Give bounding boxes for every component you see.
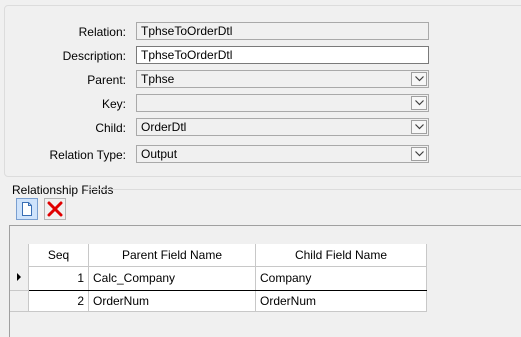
relation-row: Relation: TphseToOrderDtl	[0, 22, 521, 44]
child-select-value: OrderDtl	[141, 120, 187, 134]
relation-type-select[interactable]: Output	[136, 145, 429, 163]
parent-row: Parent: Tphse	[0, 70, 521, 92]
row-selector[interactable]	[10, 290, 29, 312]
chevron-down-icon[interactable]	[411, 147, 427, 161]
relation-label: Relation:	[78, 25, 126, 39]
group-divider	[86, 189, 521, 190]
relation-type-label: Relation Type:	[49, 148, 127, 162]
chevron-down-icon[interactable]	[411, 120, 427, 134]
key-row: Key:	[0, 94, 521, 116]
key-label: Key:	[101, 97, 126, 111]
child-field-cell[interactable]: Company	[255, 266, 427, 291]
child-field-cell[interactable]: OrderNum	[255, 290, 427, 312]
description-row: Description: TphseToOrderDtl	[0, 46, 521, 68]
description-label: Description:	[62, 49, 126, 63]
seq-cell[interactable]: 1	[28, 266, 89, 291]
parent-field-cell[interactable]: Calc_Company	[88, 266, 256, 291]
delete-x-icon	[47, 201, 63, 217]
relationship-fields-grid[interactable]: Seq Parent Field Name Child Field Name 1…	[9, 225, 521, 337]
new-document-icon	[22, 202, 32, 216]
parent-select-value: Tphse	[141, 72, 175, 86]
row-selector[interactable]	[10, 266, 29, 291]
column-header-child-field[interactable]: Child Field Name	[255, 244, 427, 267]
new-field-button[interactable]	[16, 198, 38, 220]
parent-select[interactable]: Tphse	[136, 70, 429, 88]
parent-label: Parent:	[87, 73, 126, 87]
child-label: Child:	[95, 121, 126, 135]
child-select[interactable]: OrderDtl	[136, 118, 429, 136]
relation-type-select-value: Output	[141, 147, 178, 161]
relation-field: TphseToOrderDtl	[136, 22, 429, 40]
table-row[interactable]: 1 Calc_Company Company	[10, 266, 427, 291]
table-row[interactable]: 2 OrderNum OrderNum	[10, 290, 427, 312]
column-header-seq[interactable]: Seq	[28, 244, 89, 267]
chevron-down-icon[interactable]	[411, 72, 427, 86]
description-input[interactable]: TphseToOrderDtl	[136, 46, 429, 64]
chevron-down-icon[interactable]	[411, 96, 427, 110]
delete-field-button[interactable]	[44, 198, 66, 220]
relation-type-row: Relation Type: Output	[0, 145, 521, 167]
relationship-fields-title: Relationship Fields	[12, 183, 114, 197]
key-select[interactable]	[136, 94, 429, 112]
column-header-parent-field[interactable]: Parent Field Name	[88, 244, 256, 267]
current-row-arrow-icon	[17, 272, 21, 281]
row-selector-header	[10, 244, 29, 267]
seq-cell[interactable]: 2	[28, 290, 89, 312]
child-row: Child: OrderDtl	[0, 118, 521, 140]
parent-field-cell[interactable]: OrderNum	[88, 290, 256, 312]
